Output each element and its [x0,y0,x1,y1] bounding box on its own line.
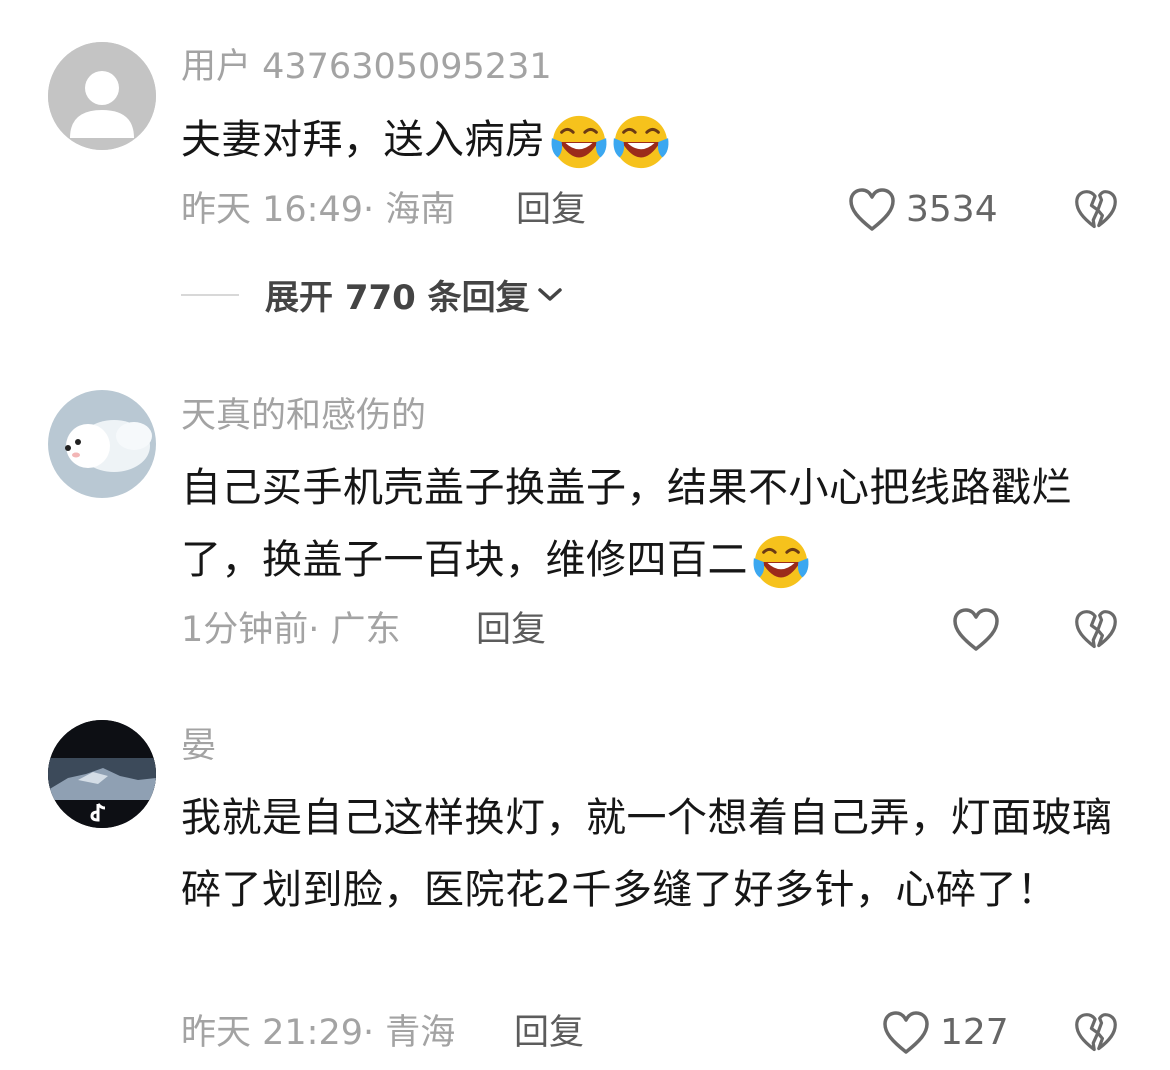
comment-location: · 广东 [308,610,401,650]
comment-meta: 昨天 21:29· 青海 [181,1011,455,1055]
comment-location: · 海南 [363,190,456,230]
dog-avatar-icon [48,390,156,498]
comment-text[interactable]: 自己买手机壳盖子换盖子，结果不小心把线路戳烂了，换盖子一百块，维修四百二 [181,452,1116,596]
broken-heart-icon[interactable] [1074,608,1118,652]
comment-text-body: 夫妻对拜，送入病房 [181,117,546,163]
like-button[interactable] [952,608,1000,652]
username[interactable]: 天真的和感伤的 [181,394,426,438]
broken-heart-icon[interactable] [1074,188,1118,232]
comment-meta: 昨天 16:49· 海南 [181,188,455,232]
like-count: 3534 [906,189,998,230]
avatar[interactable] [48,42,156,150]
laughing-crying-emoji-icon [752,533,810,591]
comment-text-body: 我就是自己这样换灯，就一个想着自己弄，灯面玻璃碎了划到脸，医院花2千多缝了好多针… [181,795,1113,913]
divider-line [181,293,239,296]
expand-replies-button[interactable]: 展开 770 条回复 [181,270,564,319]
default-avatar-icon [48,42,156,150]
avatar[interactable] [48,720,156,828]
comment-meta: 1分钟前· 广东 [181,608,401,652]
heart-outline-icon [882,1011,930,1055]
broken-heart-icon[interactable] [1074,1011,1118,1055]
reply-button[interactable]: 回复 [476,608,546,652]
expand-replies-label: 展开 770 条回复 [265,278,530,318]
comment-time: 1分钟前 [181,610,309,650]
like-button[interactable]: 3534 [848,188,998,232]
reply-button[interactable]: 回复 [514,1011,584,1055]
chevron-down-icon [537,287,562,301]
mountain-avatar-icon [48,720,156,828]
heart-outline-icon [848,188,896,232]
like-button[interactable]: 127 [882,1011,1009,1055]
comment-text[interactable]: 夫妻对拜，送入病房 [181,104,1116,176]
laughing-crying-emoji-icon [550,113,608,171]
username[interactable]: 晏 [181,724,216,768]
like-count: 127 [940,1012,1009,1053]
comment-time: 昨天 21:29 [181,1013,363,1053]
comment-time: 昨天 16:49 [181,190,363,230]
username[interactable]: 用户 4376305095231 [181,45,552,89]
heart-outline-icon [952,608,1000,652]
comment-text[interactable]: 我就是自己这样换灯，就一个想着自己弄，灯面玻璃碎了划到脸，医院花2千多缝了好多针… [181,782,1116,926]
reply-button[interactable]: 回复 [516,188,586,232]
comment-text-body: 自己买手机壳盖子换盖子，结果不小心把线路戳烂了，换盖子一百块，维修四百二 [181,465,1072,583]
laughing-crying-emoji-icon [612,113,670,171]
comment-location: · 青海 [363,1013,456,1053]
avatar[interactable] [48,390,156,498]
